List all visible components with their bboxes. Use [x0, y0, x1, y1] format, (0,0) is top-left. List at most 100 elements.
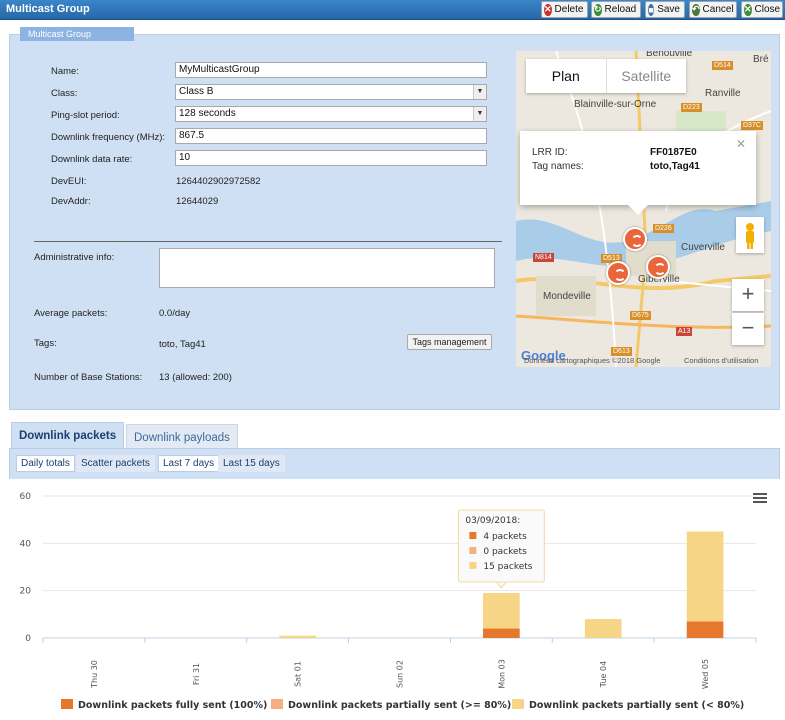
- delete-icon: ✕: [544, 3, 552, 16]
- base-station-info-window: ✕ LRR ID: FF0187E0 Tag names: toto,Tag41: [520, 131, 756, 215]
- y-tick-label: 0: [25, 634, 31, 644]
- tab-downlink-payloads[interactable]: Downlink payloads: [126, 424, 238, 449]
- legend-swatch[interactable]: [271, 699, 283, 709]
- administrative-info-label: Administrative info:: [34, 252, 115, 263]
- street-view-pegman-icon[interactable]: [736, 217, 764, 253]
- chevron-down-icon: ▼: [473, 107, 486, 121]
- y-tick-label: 20: [20, 587, 32, 597]
- base-stations-label: Number of Base Stations:: [34, 372, 143, 383]
- tab-downlink-packets[interactable]: Downlink packets: [11, 422, 125, 449]
- map-attribution: Données cartographiques ©2018 Google: [524, 356, 661, 365]
- cancel-icon: ↶: [692, 3, 700, 16]
- delete-button-label: Delete: [554, 4, 584, 15]
- y-tick-label: 40: [20, 539, 32, 549]
- place-label: Mondeville: [543, 291, 591, 302]
- devaddr-label: DevAddr:: [51, 196, 91, 207]
- place-label: Cuverville: [681, 242, 725, 253]
- map-tab-plan[interactable]: Plan: [526, 59, 606, 93]
- road-badge: N814: [533, 253, 554, 262]
- tooltip-row: 15 packets: [483, 562, 532, 572]
- administrative-info-textarea[interactable]: [159, 248, 495, 288]
- downlink-data-rate-input[interactable]: 10: [175, 150, 487, 166]
- x-tick-label: Sun 02: [396, 660, 405, 688]
- ping-slot-label: Ping-slot period:: [51, 110, 120, 121]
- section-legend: Multicast Group: [20, 27, 134, 41]
- chart-tooltip: 03/09/2018: 4 packets 0 packets 15 packets: [457, 509, 545, 589]
- legend-item[interactable]: Downlink packets fully sent (100%): [78, 700, 267, 711]
- tooltip-tail: [495, 581, 508, 589]
- bar-segment[interactable]: [584, 619, 622, 638]
- class-select[interactable]: Class B ▼: [175, 84, 487, 100]
- cancel-button-label: Cancel: [702, 4, 734, 15]
- base-station-marker[interactable]: [646, 255, 670, 279]
- bar-segment[interactable]: [279, 635, 316, 638]
- place-label: Ranville: [705, 88, 741, 99]
- road-badge: D514: [712, 61, 733, 70]
- map-tab-satellite[interactable]: Satellite: [605, 59, 687, 93]
- bar-segment[interactable]: [686, 621, 724, 638]
- legend-swatch[interactable]: [512, 699, 524, 709]
- base-stations-value: 13 (allowed: 200): [159, 372, 232, 383]
- legend-swatch[interactable]: [61, 699, 73, 709]
- save-button-label: Save: [657, 4, 680, 15]
- subtab-daily-totals[interactable]: Daily totals: [16, 455, 75, 472]
- tags-label: Tags:: [34, 338, 57, 349]
- save-icon: ■: [648, 3, 655, 16]
- tooltip-swatch: [469, 562, 477, 569]
- chart-menu-icon[interactable]: [753, 493, 767, 503]
- ping-slot-select[interactable]: 128 seconds ▼: [175, 106, 487, 122]
- downlink-packets-chart: 0 20 40 60 Thu 30 Fri 31 Sat 01 Sun 02 Mon 03 Tue…: [20, 492, 757, 711]
- name-label: Name:: [51, 66, 79, 77]
- base-station-marker[interactable]: [606, 261, 630, 285]
- tags-management-button[interactable]: Tags management: [407, 334, 492, 350]
- legend-item[interactable]: Downlink packets partially sent (>= 80%): [288, 700, 511, 711]
- road-badge: A13: [676, 327, 693, 336]
- legend-item[interactable]: Downlink packets partially sent (< 80%): [529, 700, 744, 711]
- lrr-id-value: FF0187E0: [650, 147, 697, 158]
- map-footer: Données cartographiques ©2018 Google Con…: [516, 353, 771, 367]
- cancel-button[interactable]: ↶ Cancel: [689, 1, 737, 18]
- subtab-last-7-days[interactable]: Last 7 days: [158, 455, 220, 472]
- y-tick-label: 60: [20, 492, 32, 502]
- subtab-last-15-days[interactable]: Last 15 days: [218, 455, 285, 472]
- window-title: Multicast Group: [6, 3, 90, 15]
- downlink-frequency-label: Downlink frequency (MHz):: [51, 132, 166, 143]
- lrr-id-label: LRR ID:: [532, 147, 568, 158]
- class-select-value: Class B: [179, 86, 214, 97]
- chevron-down-icon: ▼: [473, 85, 486, 99]
- base-station-marker[interactable]: [623, 227, 647, 251]
- map-terms-link[interactable]: Conditions d'utilisation: [684, 356, 758, 365]
- x-tick-label: Fri 31: [192, 663, 201, 685]
- downlink-frequency-input[interactable]: 867.5: [175, 128, 487, 144]
- form-divider: [34, 241, 502, 242]
- delete-button[interactable]: ✕ Delete: [541, 1, 588, 18]
- reload-button-label: Reload: [604, 4, 637, 15]
- road-badge: D226: [653, 224, 674, 233]
- close-icon[interactable]: ✕: [736, 137, 746, 151]
- x-tick-label: Thu 30: [90, 660, 99, 689]
- zoom-out-button[interactable]: −: [732, 313, 764, 345]
- place-label: Bénouville: [646, 51, 693, 59]
- close-button[interactable]: ✕ Close: [741, 1, 783, 18]
- subtab-scatter-packets[interactable]: Scatter packets: [76, 455, 155, 472]
- deveui-label: DevEUI:: [51, 176, 87, 187]
- save-button[interactable]: ■ Save: [645, 1, 685, 18]
- name-input[interactable]: MyMulticastGroup: [175, 62, 487, 78]
- reload-button[interactable]: ↻ Reload: [591, 1, 641, 18]
- map[interactable]: Bénouville Blainville-sur-Orne Ranville …: [516, 51, 771, 367]
- average-packets-label: Average packets:: [34, 308, 108, 319]
- road-badge: D37C: [741, 121, 763, 130]
- close-icon: ✕: [744, 3, 752, 16]
- bar-segment[interactable]: [483, 593, 520, 629]
- x-tick-label: Wed 05: [701, 659, 710, 689]
- tooltip-swatch: [469, 547, 477, 554]
- bar-segment[interactable]: [483, 628, 520, 638]
- zoom-in-button[interactable]: +: [732, 279, 764, 311]
- reload-icon: ↻: [594, 3, 602, 16]
- average-packets-value: 0.0/day: [159, 308, 191, 319]
- chart-area: 0 20 40 60 Thu 30 Fri 31 Sat 01 Sun 02 Mon 03 Tue…: [9, 479, 780, 717]
- place-label: Blainville-sur-Orne: [574, 99, 657, 110]
- tags-value: toto, Tag41: [159, 339, 206, 350]
- bar-segment[interactable]: [686, 531, 724, 622]
- downlink-data-rate-label: Downlink data rate:: [51, 154, 133, 165]
